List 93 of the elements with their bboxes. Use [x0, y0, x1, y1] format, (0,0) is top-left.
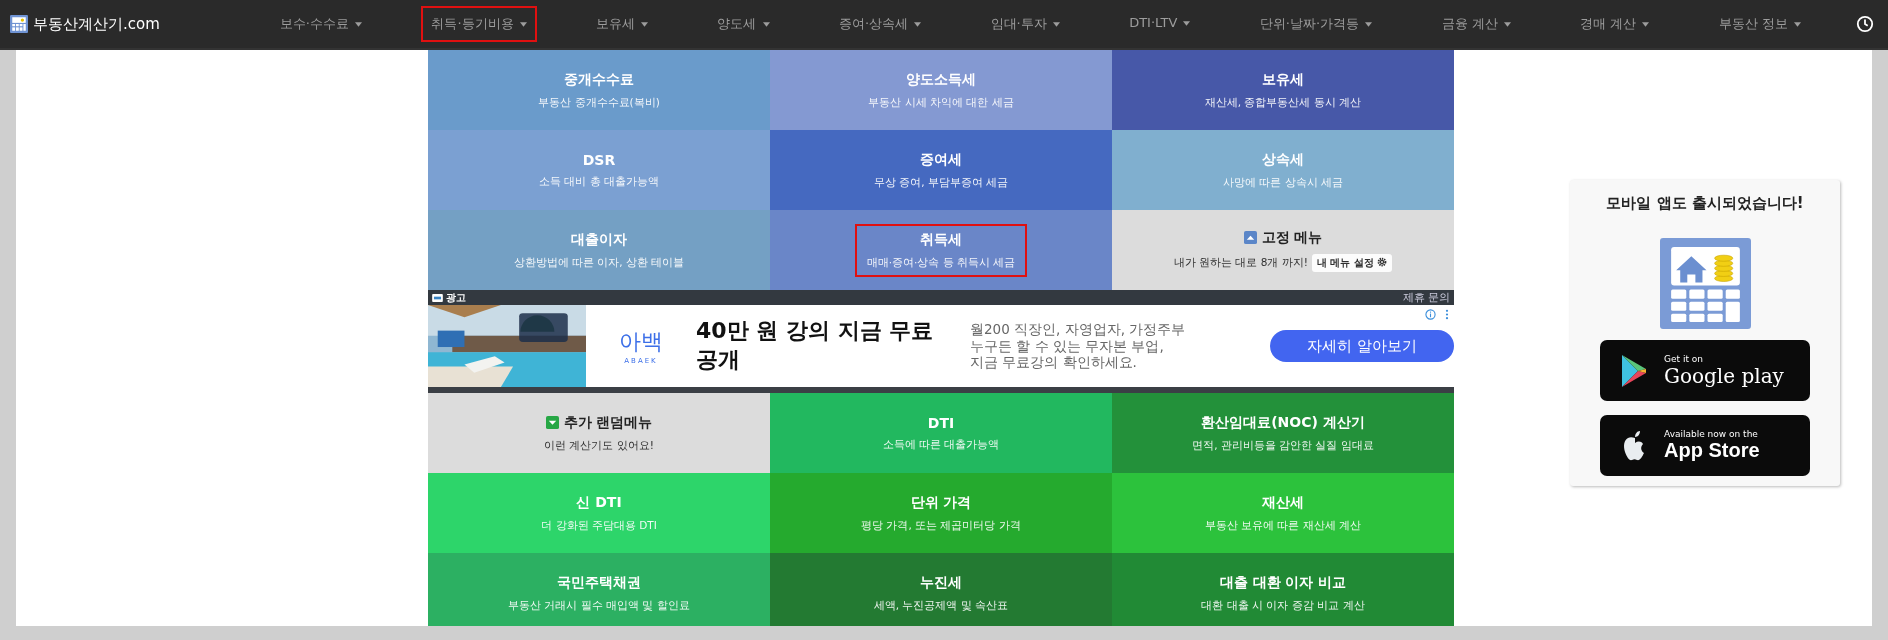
- tile-subtitle: 소득 대비 총 대출가능액: [539, 174, 659, 189]
- tile-title-text: 보유세: [1262, 70, 1304, 89]
- tile-subtitle: 대환 대출 시 이자 증감 비교 계산: [1201, 598, 1365, 613]
- nav-menu-item[interactable]: 취득·등기비용: [421, 6, 537, 42]
- tile-title-text: 대출 대환 이자 비교: [1219, 573, 1347, 592]
- tile-title-text: 상속세: [1262, 150, 1304, 169]
- nav-menu-item[interactable]: 증여·상속세: [828, 6, 932, 42]
- calculator-tile[interactable]: 누진세 세액, 누진공제액 및 속산표: [770, 553, 1112, 626]
- caret-icon: [1642, 22, 1650, 27]
- caret-icon: [1365, 22, 1373, 27]
- caret-icon: [641, 22, 649, 27]
- tile-title-text: 추가 랜덤메뉴: [563, 413, 653, 432]
- info-icon[interactable]: [1425, 309, 1436, 320]
- tile-subtitle: 면적, 관리비등을 감안한 실질 임대료: [1192, 438, 1374, 453]
- nav-menu-item[interactable]: 임대·투자: [980, 6, 1070, 42]
- tile-subtitle: 상환방법에 따른 이자, 상환 테이블: [513, 255, 685, 270]
- calculator-tile[interactable]: 대출이자 상환방법에 따른 이자, 상환 테이블: [428, 210, 770, 290]
- caret-icon: [1183, 21, 1191, 26]
- caret-icon: [519, 22, 527, 27]
- collapse-icon: [1243, 231, 1257, 244]
- nav-menu-item[interactable]: 경매 계산: [1570, 6, 1660, 42]
- tile-subtitle: 평당 가격, 또는 제곱미터당 가격: [861, 518, 1021, 533]
- nav-menu-item[interactable]: 단위·날짜·가격등: [1249, 6, 1383, 42]
- tile-subtitle: 무상 증여, 부담부증여 세금: [873, 175, 1009, 190]
- nav-menu-item[interactable]: 보수·수수료: [269, 6, 373, 42]
- partnership-link[interactable]: 제휴 문의: [1402, 290, 1450, 305]
- app-store-button[interactable]: Available now on the App Store: [1600, 415, 1810, 476]
- ad-body-line: 지금 무료강의 확인하세요.: [970, 354, 1138, 372]
- tile-subtitle: 사망에 따른 상속시 세금: [1223, 175, 1343, 190]
- calculator-tile[interactable]: 중개수수료 부동산 중개수수료(복비): [428, 50, 770, 130]
- tile-title-text: DSR: [582, 151, 616, 168]
- tile-title-text: 누진세: [920, 573, 962, 592]
- more-options-icon[interactable]: [1445, 309, 1449, 320]
- tile-subtitle: 재산세, 종합부동산세 동시 계산: [1204, 95, 1362, 110]
- calculator-tile[interactable]: 단위 가격 평당 가격, 또는 제곱미터당 가격: [770, 473, 1112, 553]
- tile-title-text: 재산세: [1262, 493, 1304, 512]
- my-menu-settings-button[interactable]: 내 메뉴 설정: [1311, 253, 1393, 272]
- brand-name: 아백: [619, 328, 663, 356]
- app-icon: [1659, 238, 1751, 329]
- caret-icon: [1794, 22, 1801, 27]
- clock-icon[interactable]: [1856, 15, 1874, 33]
- ad-headline: 40만 원 강의 지금 무료 공개: [696, 317, 935, 374]
- caret-icon: [355, 22, 363, 27]
- tile-subtitle: 내가 원하는 대로 8개 까지!: [1173, 255, 1308, 270]
- calculator-tile[interactable]: 취득세 매매·증여·상속 등 취득시 세금: [770, 210, 1112, 290]
- tile-title-text: 단위 가격: [910, 493, 972, 512]
- nav-menu-item[interactable]: 양도세: [707, 6, 780, 42]
- caret-icon: [762, 22, 770, 27]
- tile-subtitle: 부동산 보유에 따른 재산세 계산: [1204, 518, 1362, 533]
- app-promo-title: 모바일 앱도 출시되었습니다!: [1606, 194, 1804, 213]
- ad-body-line: 누구든 할 수 있는 무자본 부업,: [970, 337, 1165, 355]
- google-play-button[interactable]: Get it on Google play: [1600, 340, 1810, 401]
- tile-title-text: 국민주택채권: [557, 573, 641, 592]
- tile-subtitle: 소득에 따른 대출가능액: [882, 437, 1000, 452]
- tile-title-text: 고정 메뉴: [1261, 228, 1323, 247]
- tile-subtitle: 부동산 중개수수료(복비): [538, 95, 660, 110]
- caret-icon: [1503, 22, 1511, 27]
- calculator-tile[interactable]: 환산임대료(NOC) 계산기 면적, 관리비등을 감안한 실질 임대료: [1112, 393, 1454, 473]
- tile-title-text: 신 DTI: [576, 493, 622, 512]
- tile-title-text: 중개수수료: [564, 70, 634, 89]
- nav-menu-item[interactable]: 금융 계산: [1431, 6, 1521, 42]
- tile-subtitle: 부동산 시세 차익에 대한 세금: [868, 95, 1014, 110]
- calculator-tile[interactable]: 증여세 무상 증여, 부담부증여 세금: [770, 130, 1112, 210]
- calculator-tile[interactable]: 국민주택채권 부동산 거래시 필수 매입액 및 할인료: [428, 553, 770, 626]
- ad-body-line: 월200 직장인, 자영업자, 가정주부: [970, 320, 1187, 338]
- calculator-logo-icon: [10, 15, 28, 33]
- tile-title-text: 양도소득세: [906, 70, 976, 89]
- calculator-tile[interactable]: 고정 메뉴 내가 원하는 대로 8개 까지! 내 메뉴 설정: [1112, 210, 1454, 290]
- calculator-tile[interactable]: 양도소득세 부동산 시세 차익에 대한 세금: [770, 50, 1112, 130]
- tile-title-text: 대출이자: [571, 230, 627, 249]
- tile-subtitle: 이런 계산기도 있어요!: [544, 438, 654, 453]
- ad-label: 광고: [446, 290, 466, 305]
- expand-icon: [545, 416, 559, 429]
- tile-subtitle: 더 강화된 주담대용 DTI: [541, 518, 657, 533]
- tile-subtitle: 매매·증여·상속 등 취득시 세금: [866, 255, 1016, 270]
- ad-icon: [432, 293, 443, 302]
- caret-icon: [1052, 22, 1060, 27]
- site-logo-link[interactable]: 부동산계산기.com: [10, 14, 160, 34]
- tile-title-text: 취득세: [920, 230, 962, 249]
- nav-menu-item[interactable]: DTI·LTV: [1119, 6, 1201, 42]
- calculator-tile[interactable]: 보유세 재산세, 종합부동산세 동시 계산: [1112, 50, 1454, 130]
- learn-more-button[interactable]: 자세히 알아보기: [1270, 330, 1454, 362]
- caret-icon: [914, 22, 922, 27]
- calculator-tile[interactable]: 추가 랜덤메뉴 이런 계산기도 있어요!: [428, 393, 770, 473]
- nav-menu-item[interactable]: 보유세: [586, 6, 659, 42]
- gear-icon: [1377, 256, 1388, 267]
- tile-subtitle: 세액, 누진공제액 및 속산표: [873, 598, 1009, 613]
- calculator-tile[interactable]: 대출 대환 이자 비교 대환 대출 시 이자 증감 비교 계산: [1112, 553, 1454, 626]
- nav-menu-item[interactable]: 부동산 정보: [1708, 6, 1811, 42]
- tile-subtitle: 부동산 거래시 필수 매입액 및 할인료: [508, 598, 690, 613]
- tile-title-text: DTI: [927, 414, 955, 431]
- tile-title-text: 증여세: [920, 150, 962, 169]
- tile-title-text: 환산임대료(NOC) 계산기: [1201, 413, 1365, 432]
